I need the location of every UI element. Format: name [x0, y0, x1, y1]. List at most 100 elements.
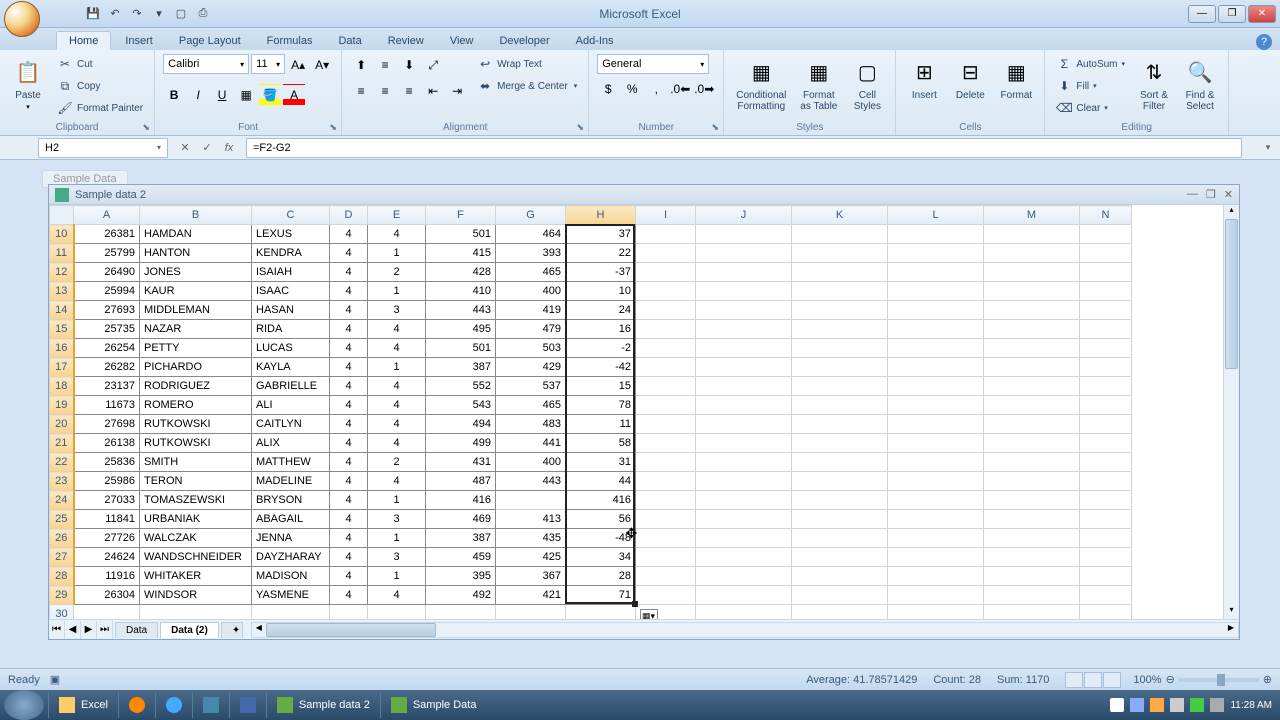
cell-K19[interactable] — [792, 396, 888, 415]
cell-J27[interactable] — [696, 548, 792, 567]
cell-I22[interactable] — [636, 453, 696, 472]
cell-D15[interactable]: 4 — [330, 320, 368, 339]
workbook-title-bar[interactable]: Sample data 2 — ❐ ✕ — [49, 185, 1239, 205]
cell-C14[interactable]: HASAN — [252, 301, 330, 320]
cell-I15[interactable] — [636, 320, 696, 339]
cell-D23[interactable]: 4 — [330, 472, 368, 491]
cell-J25[interactable] — [696, 510, 792, 529]
cell-N23[interactable] — [1080, 472, 1132, 491]
tab-view[interactable]: View — [438, 32, 486, 50]
cell-I23[interactable] — [636, 472, 696, 491]
cell-E11[interactable]: 1 — [368, 244, 426, 263]
cell-F19[interactable]: 543 — [426, 396, 496, 415]
cell-F26[interactable]: 387 — [426, 529, 496, 548]
cell-L30[interactable] — [888, 605, 984, 620]
cell-J14[interactable] — [696, 301, 792, 320]
cell-G10[interactable]: 464 — [496, 225, 566, 244]
cell-F29[interactable]: 492 — [426, 586, 496, 605]
cell-E18[interactable]: 4 — [368, 377, 426, 396]
cell-L29[interactable] — [888, 586, 984, 605]
start-button[interactable] — [4, 690, 44, 720]
cell-B15[interactable]: NAZAR — [140, 320, 252, 339]
cell-K17[interactable] — [792, 358, 888, 377]
cell-N12[interactable] — [1080, 263, 1132, 282]
row-head-16[interactable]: 16 — [50, 339, 74, 358]
comma-button[interactable]: , — [645, 78, 667, 100]
row-head-13[interactable]: 13 — [50, 282, 74, 301]
cell-K14[interactable] — [792, 301, 888, 320]
cell-I14[interactable] — [636, 301, 696, 320]
page-layout-view-button[interactable] — [1084, 672, 1102, 688]
row-head-10[interactable]: 10 — [50, 225, 74, 244]
underline-button[interactable]: U — [211, 84, 233, 106]
cell-D28[interactable]: 4 — [330, 567, 368, 586]
cell-H19[interactable]: 78 — [566, 396, 636, 415]
cell-D26[interactable]: 4 — [330, 529, 368, 548]
number-format-combo[interactable]: General▾ — [597, 54, 709, 74]
row-head-21[interactable]: 21 — [50, 434, 74, 453]
cell-B22[interactable]: SMITH — [140, 453, 252, 472]
conditional-formatting-button[interactable]: ▦Conditional Formatting — [732, 54, 790, 114]
cell-E20[interactable]: 4 — [368, 415, 426, 434]
clipboard-launcher[interactable]: ⬊ — [140, 121, 152, 133]
fx-button[interactable]: fx — [220, 139, 238, 157]
cell-E16[interactable]: 4 — [368, 339, 426, 358]
shrink-font-button[interactable]: A▾ — [311, 54, 333, 76]
cell-L27[interactable] — [888, 548, 984, 567]
cell-A14[interactable]: 27693 — [74, 301, 140, 320]
cell-H15[interactable]: 16 — [566, 320, 636, 339]
vertical-scrollbar[interactable]: ▴ ▾ — [1223, 205, 1239, 619]
find-select-button[interactable]: 🔍Find & Select — [1180, 54, 1220, 114]
row-head-29[interactable]: 29 — [50, 586, 74, 605]
font-color-button[interactable]: A — [283, 84, 305, 106]
qat-save-icon[interactable]: 💾 — [84, 5, 102, 23]
cell-F10[interactable]: 501 — [426, 225, 496, 244]
cell-D10[interactable]: 4 — [330, 225, 368, 244]
volume-icon[interactable] — [1210, 698, 1224, 712]
col-head-C[interactable]: C — [252, 206, 330, 225]
cell-A22[interactable]: 25836 — [74, 453, 140, 472]
number-launcher[interactable]: ⬊ — [709, 121, 721, 133]
cell-G28[interactable]: 367 — [496, 567, 566, 586]
cell-J17[interactable] — [696, 358, 792, 377]
cell-M10[interactable] — [984, 225, 1080, 244]
macro-record-icon[interactable]: ▣ — [50, 673, 60, 686]
cell-N29[interactable] — [1080, 586, 1132, 605]
cell-E24[interactable]: 1 — [368, 491, 426, 510]
row-head-20[interactable]: 20 — [50, 415, 74, 434]
cell-F28[interactable]: 395 — [426, 567, 496, 586]
cell-E15[interactable]: 4 — [368, 320, 426, 339]
cell-N25[interactable] — [1080, 510, 1132, 529]
cell-B26[interactable]: WALCZAK — [140, 529, 252, 548]
cell-J22[interactable] — [696, 453, 792, 472]
name-box[interactable]: H2▾ — [38, 138, 168, 158]
cell-F30[interactable] — [426, 605, 496, 620]
cell-L16[interactable] — [888, 339, 984, 358]
cell-M26[interactable] — [984, 529, 1080, 548]
wb-close-button[interactable]: ✕ — [1224, 188, 1233, 201]
sort-filter-button[interactable]: ⇅Sort & Filter — [1134, 54, 1174, 114]
row-head-30[interactable]: 30 — [50, 605, 74, 620]
cell-C11[interactable]: KENDRA — [252, 244, 330, 263]
cell-H20[interactable]: 11 — [566, 415, 636, 434]
cell-K13[interactable] — [792, 282, 888, 301]
cell-M28[interactable] — [984, 567, 1080, 586]
cell-J13[interactable] — [696, 282, 792, 301]
cell-G23[interactable]: 443 — [496, 472, 566, 491]
tab-page-layout[interactable]: Page Layout — [167, 32, 253, 50]
cell-A13[interactable]: 25994 — [74, 282, 140, 301]
alignment-launcher[interactable]: ⬊ — [574, 121, 586, 133]
cell-J15[interactable] — [696, 320, 792, 339]
cell-I19[interactable] — [636, 396, 696, 415]
cell-G16[interactable]: 503 — [496, 339, 566, 358]
cell-A18[interactable]: 23137 — [74, 377, 140, 396]
cell-M14[interactable] — [984, 301, 1080, 320]
cell-D22[interactable]: 4 — [330, 453, 368, 472]
minimize-button[interactable]: — — [1188, 5, 1216, 23]
task-excel-2[interactable]: Sample Data — [380, 692, 487, 718]
col-head-J[interactable]: J — [696, 206, 792, 225]
row-head-15[interactable]: 15 — [50, 320, 74, 339]
cell-K30[interactable] — [792, 605, 888, 620]
tab-data[interactable]: Data — [326, 32, 373, 50]
zoom-slider[interactable] — [1179, 678, 1259, 682]
